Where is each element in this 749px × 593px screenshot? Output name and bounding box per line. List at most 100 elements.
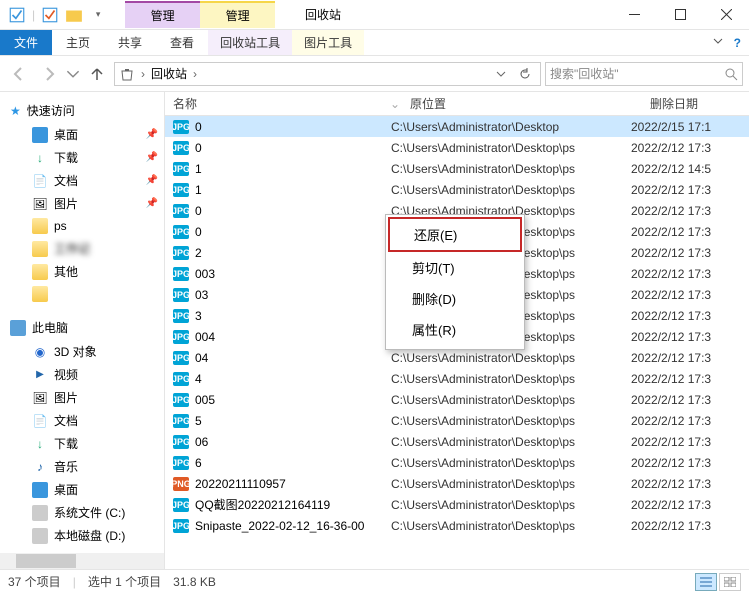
tab-home[interactable]: 主页	[52, 30, 104, 55]
tree-item[interactable]: 工作记	[0, 237, 164, 260]
tree-item[interactable]	[0, 283, 164, 305]
file-original-location: C:\Users\Administrator\Desktop\ps	[391, 372, 631, 386]
pic-icon	[32, 196, 48, 212]
file-name: 04	[195, 351, 208, 365]
tree-item[interactable]: 文档📌	[0, 169, 164, 192]
file-row[interactable]: JPG4C:\Users\Administrator\Desktop\ps202…	[165, 368, 749, 389]
tree-item-label: 视频	[54, 366, 78, 383]
recent-locations-icon[interactable]	[66, 61, 80, 87]
search-input[interactable]: 搜索"回收站"	[545, 62, 743, 86]
file-row[interactable]: JPG0C:\Users\Administrator\Desktop\ps202…	[165, 137, 749, 158]
file-name: 5	[195, 414, 202, 428]
tree-item[interactable]: 图片📌	[0, 192, 164, 215]
menu-restore[interactable]: 还原(E)	[388, 217, 522, 252]
qat-more-icon[interactable]: ▾	[89, 6, 107, 24]
file-row[interactable]: PNG20220211110957C:\Users\Administrator\…	[165, 473, 749, 494]
file-row[interactable]: JPG6C:\Users\Administrator\Desktop\ps202…	[165, 452, 749, 473]
file-name: 003	[195, 267, 215, 281]
navigation-tree[interactable]: ★ 快速访问 桌面📌下载📌文档📌图片📌 ps 工作记其他 此电脑 3D 对象视频图片…	[0, 92, 165, 569]
tree-item-label: 文档	[54, 172, 78, 189]
status-selected-size: 31.8 KB	[173, 575, 216, 589]
tree-item[interactable]: ps	[0, 215, 164, 237]
tab-view[interactable]: 查看	[156, 30, 208, 55]
menu-properties[interactable]: 属性(R)	[386, 314, 524, 345]
file-date-deleted: 2022/2/12 17:3	[631, 141, 749, 155]
tree-item[interactable]: 视频	[0, 363, 164, 386]
view-details-button[interactable]	[695, 573, 717, 591]
crumb-separator	[191, 67, 199, 81]
tree-item-label: 文档	[54, 412, 78, 429]
close-button[interactable]	[703, 0, 749, 30]
tab-share[interactable]: 共享	[104, 30, 156, 55]
tree-item[interactable]: 文档	[0, 409, 164, 432]
file-original-location: C:\Users\Administrator\Desktop\ps	[391, 456, 631, 470]
maximize-button[interactable]	[657, 0, 703, 30]
breadcrumb[interactable]: 回收站	[151, 65, 187, 82]
tree-item[interactable]: 下载	[0, 432, 164, 455]
column-name[interactable]: 名称	[165, 95, 390, 112]
column-original-location[interactable]: 原位置	[402, 95, 642, 112]
column-sort-icon[interactable]: ⌄	[390, 97, 402, 111]
minimize-button[interactable]	[611, 0, 657, 30]
new-folder-icon[interactable]	[65, 6, 83, 24]
tab-recyclebin-tools[interactable]: 回收站工具	[208, 30, 292, 55]
address-dropdown-icon[interactable]	[490, 63, 512, 85]
up-button[interactable]	[84, 61, 110, 87]
tree-item[interactable]: 桌面	[0, 478, 164, 501]
file-name: 4	[195, 372, 202, 386]
quick-access-toolbar: | ▾	[0, 6, 115, 24]
refresh-button[interactable]	[514, 63, 536, 85]
file-date-deleted: 2022/2/12 17:3	[631, 372, 749, 386]
jpg-file-icon: JPG	[173, 141, 189, 155]
tree-item[interactable]: 本地磁盘 (D:)	[0, 524, 164, 547]
file-row[interactable]: JPG0C:\Users\Administrator\Desktop2022/2…	[165, 116, 749, 137]
mus-icon	[32, 459, 48, 475]
forward-button[interactable]	[36, 61, 62, 87]
file-row[interactable]: JPG06C:\Users\Administrator\Desktop\ps20…	[165, 431, 749, 452]
tree-item[interactable]: 桌面📌	[0, 123, 164, 146]
file-date-deleted: 2022/2/12 17:3	[631, 414, 749, 428]
doc-icon	[32, 413, 48, 429]
tree-item[interactable]: 其他	[0, 260, 164, 283]
view-thumbnails-button[interactable]	[719, 573, 741, 591]
tree-item-label: ps	[54, 219, 67, 233]
menu-cut[interactable]: 剪切(T)	[386, 252, 524, 283]
tree-item[interactable]: 3D 对象	[0, 340, 164, 363]
menu-delete[interactable]: 删除(D)	[386, 283, 524, 314]
tree-item[interactable]: 下载📌	[0, 146, 164, 169]
jpg-file-icon: JPG	[173, 183, 189, 197]
desktop-icon	[32, 127, 48, 143]
file-row[interactable]: JPGSnipaste_2022-02-12_16-36-00C:\Users\…	[165, 515, 749, 536]
tree-item[interactable]: 图片	[0, 386, 164, 409]
file-row[interactable]: JPG04C:\Users\Administrator\Desktop\ps20…	[165, 347, 749, 368]
download-icon	[32, 150, 48, 166]
address-bar[interactable]: 回收站	[114, 62, 541, 86]
status-item-count: 37 个项目	[8, 573, 61, 590]
file-row[interactable]: JPG1C:\Users\Administrator\Desktop\ps202…	[165, 158, 749, 179]
tree-this-pc[interactable]: 此电脑	[0, 315, 164, 340]
tree-scrollbar[interactable]	[0, 553, 164, 569]
file-row[interactable]: JPG005C:\Users\Administrator\Desktop\ps2…	[165, 389, 749, 410]
file-name: 20220211110957	[195, 477, 286, 491]
column-date-deleted[interactable]: 删除日期	[642, 95, 749, 112]
status-selected-count: 选中 1 个项目	[88, 573, 161, 590]
jpg-file-icon: JPG	[173, 225, 189, 239]
tree-quick-access-label: 快速访问	[27, 102, 75, 119]
help-icon[interactable]: ?	[734, 36, 741, 50]
file-row[interactable]: JPG5C:\Users\Administrator\Desktop\ps202…	[165, 410, 749, 431]
tab-file[interactable]: 文件	[0, 30, 52, 55]
tree-quick-access[interactable]: ★ 快速访问	[0, 98, 164, 123]
properties-icon[interactable]	[41, 6, 59, 24]
file-list: 名称 ⌄ 原位置 删除日期 JPG0C:\Users\Administrator…	[165, 92, 749, 569]
tree-item[interactable]: 系统文件 (C:)	[0, 501, 164, 524]
file-name: 1	[195, 183, 202, 197]
search-icon	[724, 67, 738, 81]
tree-item-label: 其他	[54, 263, 78, 280]
tree-item[interactable]: 音乐	[0, 455, 164, 478]
file-original-location: C:\Users\Administrator\Desktop\ps	[391, 498, 631, 512]
ribbon-expand-icon[interactable]	[712, 35, 724, 50]
file-row[interactable]: JPGQQ截图20220212164119C:\Users\Administra…	[165, 494, 749, 515]
tab-picture-tools[interactable]: 图片工具	[292, 30, 364, 55]
back-button[interactable]	[6, 61, 32, 87]
file-row[interactable]: JPG1C:\Users\Administrator\Desktop\ps202…	[165, 179, 749, 200]
